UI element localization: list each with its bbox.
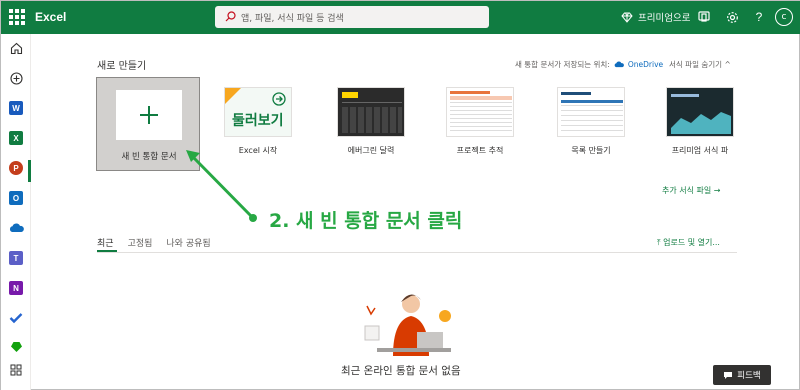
feedback-label: 피드백 (737, 371, 761, 381)
empty-state-illustration (364, 294, 451, 356)
tab-recent[interactable]: 최근 (97, 236, 114, 249)
tab-pinned[interactable]: 고정됨 (128, 236, 153, 249)
annotation-text: 2. 새 빈 통합 문서 클릭 (269, 210, 463, 232)
comment-icon (724, 371, 733, 379)
upload-label: 업로드 및 열기... (663, 238, 720, 247)
upload-open-button[interactable]: ⤒ 업로드 및 열기... (657, 237, 720, 248)
recent-tabs: 최근 고정됨 나와 공유됨 (97, 236, 211, 249)
feedback-button[interactable]: 피드백 (713, 365, 771, 385)
empty-state-text: 최근 온라인 통합 문서 없음 (341, 365, 461, 377)
divider (97, 252, 737, 253)
tab-shared[interactable]: 나와 공유됨 (166, 236, 210, 249)
